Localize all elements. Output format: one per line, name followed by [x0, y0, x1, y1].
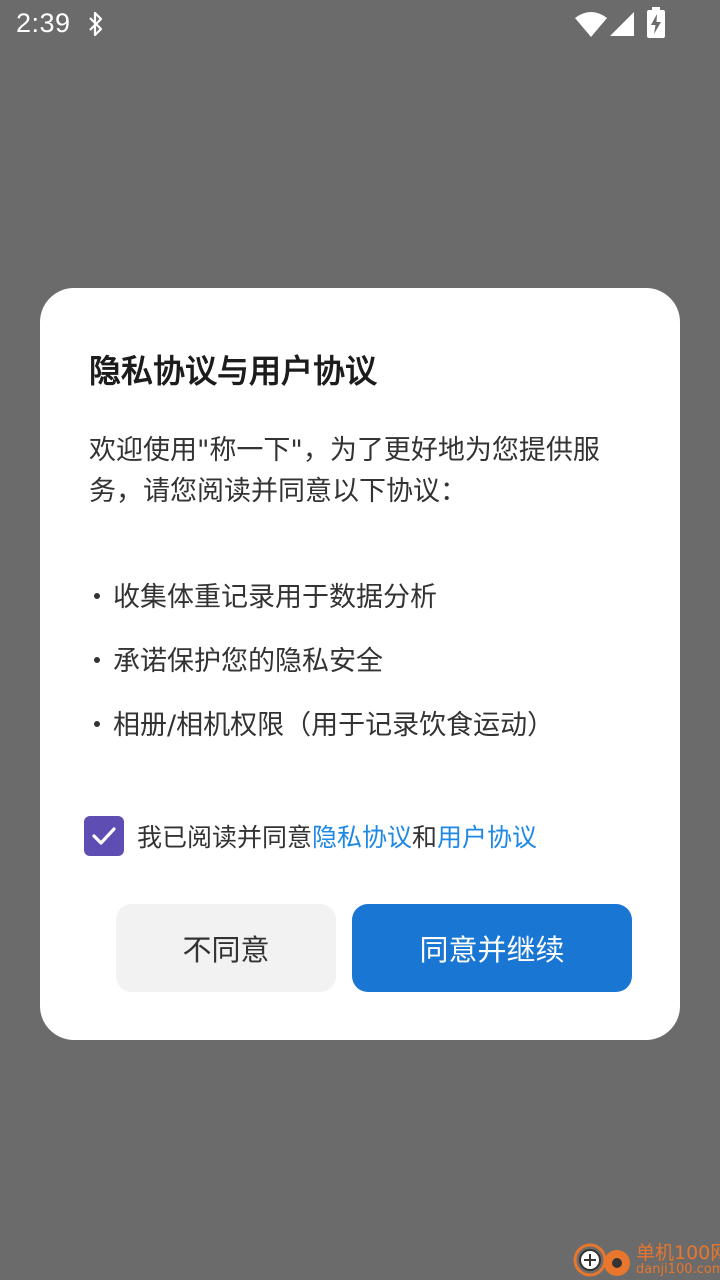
screen: 2:39 隐私协议与用户协议 欢迎使用"称一下"，为了更好地为您提供服务，请您阅… [0, 0, 720, 1280]
consent-prefix: 我已阅读并同意 [137, 823, 313, 852]
bluetooth-icon [86, 10, 106, 42]
dialog-title: 隐私协议与用户协议 [89, 352, 378, 390]
watermark-name: 单机100网 [636, 1242, 720, 1264]
bullet-dot [94, 656, 100, 663]
consent-row: 我已阅读并同意隐私协议和用户协议 [84, 815, 537, 857]
status-time: 2:39 [16, 8, 71, 38]
disagree-button[interactable]: 不同意 [116, 904, 336, 992]
watermark-logo [573, 1243, 630, 1277]
dialog-intro: 欢迎使用"称一下"，为了更好地为您提供服务，请您阅读并同意以下协议： [89, 435, 600, 507]
bullet-item: 相册/相机权限（用于记录饮食运动） [94, 703, 554, 742]
bullet-dot [94, 720, 100, 727]
bullet-text: 收集体重记录用于数据分析 [113, 582, 437, 613]
watermark: 单机100网 danji100.com [570, 1238, 720, 1280]
battery-charging-icon [646, 7, 666, 43]
privacy-dialog: 隐私协议与用户协议 欢迎使用"称一下"，为了更好地为您提供服务，请您阅读并同意以… [40, 288, 680, 1040]
bullet-text: 相册/相机权限（用于记录饮食运动） [113, 710, 555, 741]
consent-conjunction: 和 [412, 823, 438, 852]
consent-checkbox[interactable] [84, 816, 124, 856]
privacy-policy-link[interactable]: 隐私协议 [312, 823, 412, 852]
signal-icon [608, 10, 636, 42]
bullet-item: 收集体重记录用于数据分析 [94, 575, 437, 614]
bullet-item: 承诺保护您的隐私安全 [94, 639, 383, 678]
agree-continue-button[interactable]: 同意并继续 [352, 904, 632, 992]
user-agreement-link[interactable]: 用户协议 [437, 823, 537, 852]
status-bar: 2:39 [0, 0, 720, 48]
wifi-icon [574, 10, 608, 42]
watermark-domain: danji100.com [636, 1262, 720, 1277]
checkmark-icon [92, 827, 116, 845]
bullet-dot [94, 592, 100, 599]
consent-text: 我已阅读并同意隐私协议和用户协议 [137, 818, 537, 854]
bullet-text: 承诺保护您的隐私安全 [113, 646, 383, 677]
